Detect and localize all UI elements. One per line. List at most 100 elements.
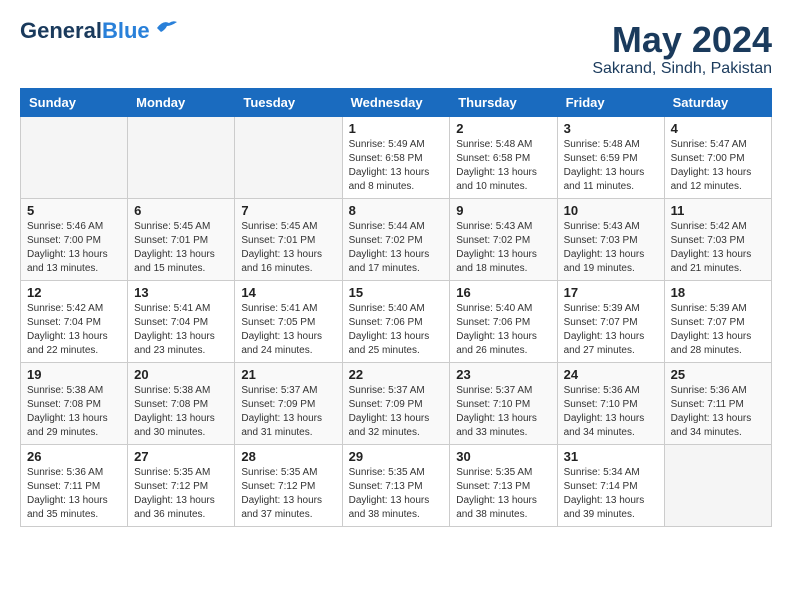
calendar-cell: 17Sunrise: 5:39 AM Sunset: 7:07 PM Dayli… [557,280,664,362]
day-number: 26 [27,449,121,464]
day-number: 21 [241,367,335,382]
day-number: 18 [671,285,765,300]
day-info: Sunrise: 5:36 AM Sunset: 7:10 PM Dayligh… [564,384,658,440]
day-info: Sunrise: 5:38 AM Sunset: 7:08 PM Dayligh… [134,384,228,440]
calendar-cell: 1 Sunrise: 5:49 AM Sunset: 6:58 PM Daylig… [342,116,450,198]
day-number: 17 [564,285,658,300]
calendar-cell [128,116,235,198]
day-number: 7 [241,203,335,218]
calendar-cell: 22 Sunrise: 5:37 AM Sunset: 7:09 PM Dayli… [342,362,450,444]
calendar-cell: 26Sunrise: 5:36 AM Sunset: 7:11 PM Dayli… [21,444,128,526]
calendar-cell: 20Sunrise: 5:38 AM Sunset: 7:08 PM Dayli… [128,362,235,444]
day-info: Sunrise: 5:34 AM Sunset: 7:14 PM Dayligh… [564,466,658,522]
col-header-saturday: Saturday [664,88,771,116]
day-number: 28 [241,449,335,464]
day-number: 30 [456,449,550,464]
calendar-cell: 5 Sunrise: 5:46 AM Sunset: 7:00 PM Daylig… [21,198,128,280]
day-info: Sunrise: 5:47 AM Sunset: 7:00 PM Dayligh… [671,138,765,194]
calendar-cell: 29 Sunrise: 5:35 AM Sunset: 7:13 PM Dayli… [342,444,450,526]
day-info: Sunrise: 5:35 AM Sunset: 7:12 PM Dayligh… [241,466,335,522]
calendar-cell: 15 Sunrise: 5:40 AM Sunset: 7:06 PM Dayli… [342,280,450,362]
page-header: GeneralBlue May 2024 Sakrand, Sindh, Pak… [20,20,772,78]
calendar-cell: 14 Sunrise: 5:41 AM Sunset: 7:05 PM Dayli… [235,280,342,362]
calendar-cell: 12 Sunrise: 5:42 AM Sunset: 7:04 PM Dayli… [21,280,128,362]
day-info: Sunrise: 5:45 AM Sunset: 7:01 PM Dayligh… [241,220,335,276]
calendar-cell [664,444,771,526]
calendar-cell: 8Sunrise: 5:44 AM Sunset: 7:02 PM Daylig… [342,198,450,280]
calendar-table: SundayMondayTuesdayWednesdayThursdayFrid… [20,88,772,527]
day-number: 5 [27,203,121,218]
calendar-cell: 18 Sunrise: 5:39 AM Sunset: 7:07 PM Dayli… [664,280,771,362]
day-info: Sunrise: 5:36 AM Sunset: 7:11 PM Dayligh… [671,384,765,440]
calendar-cell: 10 Sunrise: 5:43 AM Sunset: 7:03 PM Dayli… [557,198,664,280]
day-number: 25 [671,367,765,382]
day-number: 12 [27,285,121,300]
day-number: 16 [456,285,550,300]
day-info: Sunrise: 5:35 AM Sunset: 7:13 PM Dayligh… [349,466,444,522]
col-header-thursday: Thursday [450,88,557,116]
day-info: Sunrise: 5:48 AM Sunset: 6:58 PM Dayligh… [456,138,550,194]
logo: GeneralBlue [20,20,177,42]
calendar-cell: 30Sunrise: 5:35 AM Sunset: 7:13 PM Dayli… [450,444,557,526]
header-row: SundayMondayTuesdayWednesdayThursdayFrid… [21,88,772,116]
day-number: 4 [671,121,765,136]
day-number: 19 [27,367,121,382]
day-info: Sunrise: 5:43 AM Sunset: 7:02 PM Dayligh… [456,220,550,276]
calendar-cell [235,116,342,198]
day-info: Sunrise: 5:42 AM Sunset: 7:03 PM Dayligh… [671,220,765,276]
calendar-cell [21,116,128,198]
col-header-monday: Monday [128,88,235,116]
day-info: Sunrise: 5:37 AM Sunset: 7:09 PM Dayligh… [241,384,335,440]
week-row-4: 19 Sunrise: 5:38 AM Sunset: 7:08 PM Dayli… [21,362,772,444]
col-header-friday: Friday [557,88,664,116]
day-info: Sunrise: 5:38 AM Sunset: 7:08 PM Dayligh… [27,384,121,440]
day-number: 6 [134,203,228,218]
day-number: 31 [564,449,658,464]
month-title: May 2024 [592,20,772,60]
day-info: Sunrise: 5:37 AM Sunset: 7:09 PM Dayligh… [349,384,444,440]
day-info: Sunrise: 5:40 AM Sunset: 7:06 PM Dayligh… [456,302,550,358]
day-number: 8 [349,203,444,218]
col-header-tuesday: Tuesday [235,88,342,116]
calendar-cell: 25 Sunrise: 5:36 AM Sunset: 7:11 PM Dayli… [664,362,771,444]
calendar-cell: 31 Sunrise: 5:34 AM Sunset: 7:14 PM Dayli… [557,444,664,526]
week-row-1: 1 Sunrise: 5:49 AM Sunset: 6:58 PM Daylig… [21,116,772,198]
calendar-cell: 27 Sunrise: 5:35 AM Sunset: 7:12 PM Dayli… [128,444,235,526]
day-number: 29 [349,449,444,464]
day-number: 10 [564,203,658,218]
calendar-cell: 7 Sunrise: 5:45 AM Sunset: 7:01 PM Daylig… [235,198,342,280]
day-number: 15 [349,285,444,300]
day-number: 1 [349,121,444,136]
col-header-sunday: Sunday [21,88,128,116]
day-info: Sunrise: 5:49 AM Sunset: 6:58 PM Dayligh… [349,138,444,194]
day-info: Sunrise: 5:40 AM Sunset: 7:06 PM Dayligh… [349,302,444,358]
col-header-wednesday: Wednesday [342,88,450,116]
calendar-cell: 21 Sunrise: 5:37 AM Sunset: 7:09 PM Dayli… [235,362,342,444]
title-block: May 2024 Sakrand, Sindh, Pakistan [592,20,772,78]
calendar-cell: 9 Sunrise: 5:43 AM Sunset: 7:02 PM Daylig… [450,198,557,280]
calendar-cell: 4 Sunrise: 5:47 AM Sunset: 7:00 PM Daylig… [664,116,771,198]
day-number: 9 [456,203,550,218]
logo-bird-icon [155,18,177,36]
day-info: Sunrise: 5:42 AM Sunset: 7:04 PM Dayligh… [27,302,121,358]
day-number: 11 [671,203,765,218]
day-number: 27 [134,449,228,464]
day-info: Sunrise: 5:35 AM Sunset: 7:12 PM Dayligh… [134,466,228,522]
week-row-3: 12 Sunrise: 5:42 AM Sunset: 7:04 PM Dayli… [21,280,772,362]
day-info: Sunrise: 5:46 AM Sunset: 7:00 PM Dayligh… [27,220,121,276]
calendar-cell: 6Sunrise: 5:45 AM Sunset: 7:01 PM Daylig… [128,198,235,280]
day-number: 14 [241,285,335,300]
day-info: Sunrise: 5:48 AM Sunset: 6:59 PM Dayligh… [564,138,658,194]
day-number: 23 [456,367,550,382]
day-number: 22 [349,367,444,382]
location-title: Sakrand, Sindh, Pakistan [592,60,772,78]
calendar-cell: 3 Sunrise: 5:48 AM Sunset: 6:59 PM Daylig… [557,116,664,198]
day-number: 3 [564,121,658,136]
day-info: Sunrise: 5:41 AM Sunset: 7:04 PM Dayligh… [134,302,228,358]
day-info: Sunrise: 5:43 AM Sunset: 7:03 PM Dayligh… [564,220,658,276]
day-info: Sunrise: 5:41 AM Sunset: 7:05 PM Dayligh… [241,302,335,358]
calendar-cell: 23Sunrise: 5:37 AM Sunset: 7:10 PM Dayli… [450,362,557,444]
calendar-cell: 11 Sunrise: 5:42 AM Sunset: 7:03 PM Dayli… [664,198,771,280]
day-number: 2 [456,121,550,136]
day-info: Sunrise: 5:39 AM Sunset: 7:07 PM Dayligh… [671,302,765,358]
